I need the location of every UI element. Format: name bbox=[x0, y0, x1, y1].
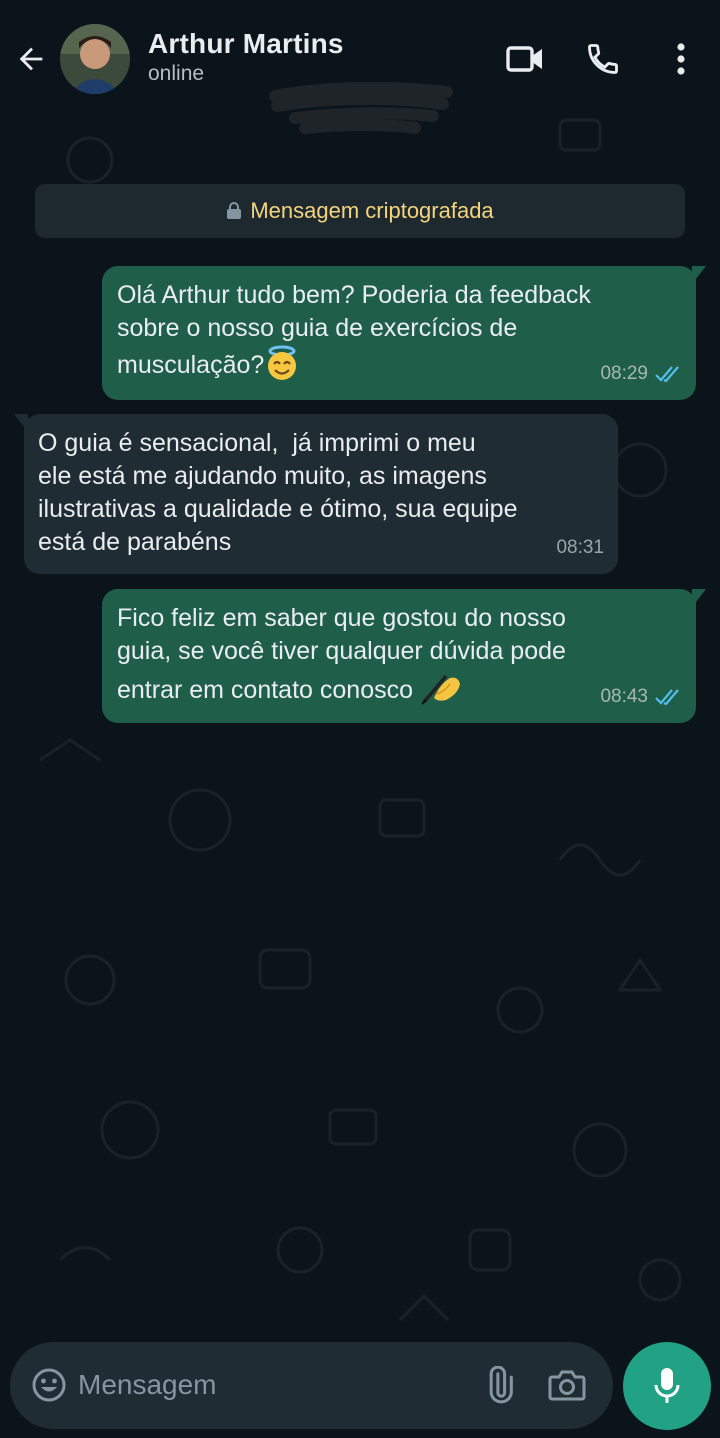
avatar[interactable] bbox=[60, 24, 130, 94]
message-time: 08:43 bbox=[600, 686, 648, 707]
encryption-notice[interactable]: Mensagem criptografada bbox=[35, 184, 685, 238]
message-input[interactable]: Mensagem bbox=[78, 1369, 217, 1401]
contact-name[interactable]: Arthur Martins bbox=[148, 28, 344, 60]
read-ticks-icon bbox=[655, 365, 679, 382]
lock-icon bbox=[227, 202, 242, 219]
message-text: Fico feliz em saber que gostou do nosso g… bbox=[117, 604, 566, 705]
bubble-tail bbox=[14, 414, 28, 432]
avatar-photo bbox=[60, 24, 130, 94]
message-bubble-incoming[interactable]: O guia é sensacional, já imprimi o meu el… bbox=[14, 414, 618, 574]
emoji-icon bbox=[32, 1368, 66, 1402]
message-meta: 08:29 bbox=[600, 357, 682, 390]
redaction-scribble bbox=[269, 82, 453, 134]
attach-button[interactable] bbox=[478, 1364, 520, 1406]
message-bubble-outgoing[interactable]: Olá Arthur tudo bem? Poderia da feedback… bbox=[102, 266, 706, 400]
read-ticks-icon bbox=[655, 688, 679, 705]
more-options-icon bbox=[677, 43, 685, 75]
smiling-angel-emoji bbox=[268, 345, 297, 380]
encryption-notice-text: Mensagem criptografada bbox=[250, 198, 494, 223]
camera-icon bbox=[548, 1370, 586, 1401]
more-options-button[interactable] bbox=[658, 36, 704, 82]
contact-status: online bbox=[148, 62, 205, 85]
message-time: 08:29 bbox=[600, 363, 648, 384]
back-button[interactable] bbox=[10, 38, 52, 80]
phone-call-button[interactable] bbox=[580, 36, 626, 82]
chat-header: Arthur Martins online bbox=[0, 0, 720, 134]
video-call-icon bbox=[506, 46, 542, 72]
emoji-button[interactable] bbox=[28, 1364, 70, 1406]
mic-icon bbox=[654, 1368, 680, 1403]
camera-button[interactable] bbox=[546, 1364, 588, 1406]
message-text: O guia é sensacional, já imprimi o meu el… bbox=[38, 429, 518, 556]
writing-hand-emoji bbox=[421, 674, 460, 705]
message-composer: Mensagem bbox=[10, 1342, 613, 1429]
bubble-tail bbox=[692, 589, 706, 607]
message-time: 08:31 bbox=[556, 537, 604, 558]
back-arrow-icon bbox=[19, 47, 43, 71]
chat-screen: Arthur Martins online Mensagem criptogra… bbox=[0, 0, 720, 1438]
phone-call-icon bbox=[588, 44, 618, 74]
message-text: Olá Arthur tudo bem? Poderia da feedback… bbox=[117, 281, 591, 380]
attach-icon bbox=[489, 1366, 513, 1404]
voice-message-button[interactable] bbox=[623, 1342, 711, 1430]
message-meta: 08:43 bbox=[600, 680, 682, 713]
message-meta: 08:31 bbox=[556, 531, 604, 564]
message-bubble-outgoing[interactable]: Fico feliz em saber que gostou do nosso g… bbox=[102, 589, 706, 723]
video-call-button[interactable] bbox=[502, 36, 548, 82]
bubble-tail bbox=[692, 266, 706, 284]
